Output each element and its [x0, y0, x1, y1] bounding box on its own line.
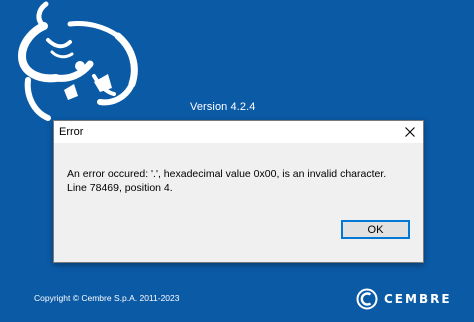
- close-icon: [405, 127, 415, 137]
- dialog-titlebar[interactable]: Error: [54, 121, 423, 143]
- error-dialog: Error An error occured: '.', hexadecimal…: [53, 120, 424, 263]
- close-button[interactable]: [397, 121, 423, 143]
- brand-name: CEMBRE: [384, 292, 452, 306]
- copyright-text: Copyright © Cembre S.p.A. 2011-2023: [34, 293, 180, 303]
- ok-button[interactable]: OK: [341, 220, 410, 239]
- genie-lamp-icon: [18, 1, 138, 121]
- brand-logo: CEMBRE: [356, 288, 452, 310]
- error-position-line: Line 78469, position 4.: [67, 182, 173, 194]
- error-message-line: An error occured: '.', hexadecimal value…: [67, 168, 387, 180]
- dialog-title: Error: [59, 126, 84, 138]
- cembre-c-logo-icon: [356, 288, 378, 310]
- error-message: An error occured: '.', hexadecimal value…: [67, 167, 412, 195]
- splash-screen: Version 4.2.4 Error An error occured: '.…: [0, 0, 474, 322]
- version-label: Version 4.2.4: [190, 101, 256, 113]
